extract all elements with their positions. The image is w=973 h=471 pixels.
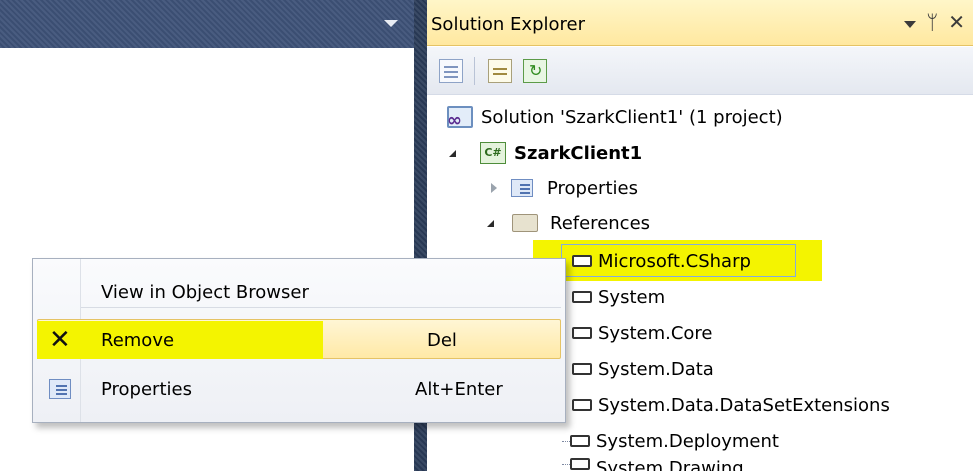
menu-separator	[81, 307, 561, 308]
reference-icon	[570, 458, 590, 470]
reference-item[interactable]: System.Drawing	[562, 458, 744, 471]
tree-node-solution[interactable]: Solution 'SzarkClient1' (1 project)	[447, 100, 783, 134]
menu-item-shortcut: Alt+Enter	[415, 378, 503, 400]
tree-connector	[562, 440, 570, 442]
solution-explorer-toolbar: ↻	[427, 47, 973, 95]
toolbar-separator	[474, 57, 475, 85]
reference-icon	[570, 435, 590, 447]
reference-label: System.Drawing	[596, 458, 744, 471]
reference-item[interactable]: Microsoft.CSharp	[572, 244, 751, 278]
menu-item-remove-content[interactable]: ✕ Remove Del	[37, 321, 561, 359]
tree-node-references[interactable]: References	[487, 206, 650, 240]
tree-connector	[562, 464, 570, 465]
reference-item[interactable]: System.Core	[572, 316, 713, 350]
reference-icon	[572, 255, 592, 267]
context-menu: View in Object Browser ✕ Remove Del Prop…	[32, 258, 566, 423]
reference-label: System.Data.DataSetExtensions	[598, 394, 890, 416]
reference-label: Microsoft.CSharp	[598, 250, 751, 272]
menu-item-shortcut: Del	[427, 329, 457, 351]
panel-title: Solution Explorer	[431, 14, 585, 35]
editor-tab-strip	[0, 0, 414, 48]
properties-label: Properties	[547, 177, 638, 199]
reference-icon	[572, 363, 592, 375]
properties-icon[interactable]	[439, 59, 463, 83]
menu-item-view-in-object-browser[interactable]: View in Object Browser	[37, 274, 561, 310]
refresh-icon[interactable]: ↻	[523, 59, 547, 83]
expanded-arrow-icon[interactable]	[449, 149, 456, 157]
pin-icon[interactable]: ᛘ	[926, 10, 938, 34]
reference-item[interactable]: System.Data	[572, 352, 714, 386]
reference-item[interactable]: System.Data.DataSetExtensions	[572, 388, 890, 422]
properties-folder-icon	[511, 179, 533, 197]
chevron-down-icon[interactable]	[384, 20, 398, 27]
tree-node-properties[interactable]: Properties	[491, 171, 638, 205]
window-position-chevron-icon[interactable]	[904, 20, 917, 28]
csharp-project-icon: C#	[480, 142, 506, 164]
reference-label: System.Data	[598, 358, 714, 380]
references-label: References	[550, 212, 651, 234]
titlebar-controls: ᛘ ✕	[904, 10, 965, 34]
remove-x-icon: ✕	[49, 325, 71, 355]
reference-label: System.Deployment	[596, 430, 779, 452]
menu-item-label: Remove	[101, 329, 175, 351]
reference-icon	[572, 327, 592, 339]
close-icon[interactable]: ✕	[948, 10, 965, 34]
folder-icon	[512, 214, 538, 232]
solution-label: Solution 'SzarkClient1' (1 project)	[481, 106, 783, 128]
reference-icon	[572, 291, 592, 303]
reference-icon	[572, 399, 592, 411]
tree-node-project[interactable]: C# SzarkClient1	[449, 136, 642, 170]
solution-icon	[447, 106, 473, 131]
collapsed-arrow-icon[interactable]	[491, 183, 497, 193]
reference-item[interactable]: System	[572, 280, 665, 314]
project-label: SzarkClient1	[514, 142, 643, 164]
solution-explorer-titlebar: Solution Explorer ᛘ ✕	[427, 0, 973, 46]
menu-item-label: Properties	[101, 378, 192, 400]
properties-icon	[49, 379, 71, 399]
reference-label: System.Core	[598, 322, 713, 344]
reference-item[interactable]: System.Deployment	[562, 424, 779, 458]
menu-item-properties[interactable]: Properties Alt+Enter	[37, 371, 561, 407]
expanded-arrow-icon[interactable]	[487, 219, 494, 227]
show-all-files-icon[interactable]	[488, 59, 512, 83]
reference-label: System	[598, 286, 666, 308]
menu-item-label: View in Object Browser	[101, 281, 309, 303]
